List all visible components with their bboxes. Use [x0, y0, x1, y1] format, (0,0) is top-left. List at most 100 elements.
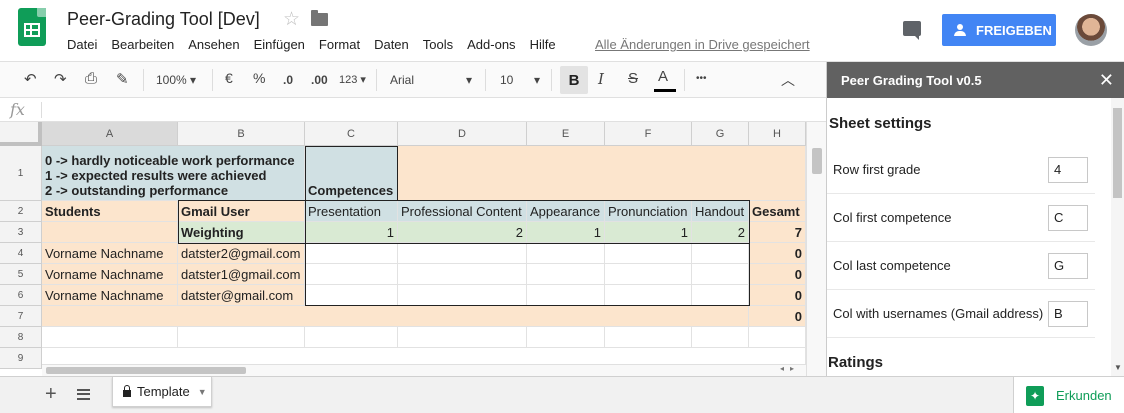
- menu-file[interactable]: Datei: [67, 37, 97, 52]
- row-header[interactable]: 3: [0, 222, 42, 243]
- vertical-scrollbar[interactable]: [806, 122, 826, 376]
- font-family-select[interactable]: Arial ▾: [390, 73, 480, 87]
- rating-cell[interactable]: [305, 264, 398, 285]
- rating-cell[interactable]: [527, 285, 605, 306]
- save-status-link[interactable]: Alle Änderungen in Drive gespeichert: [595, 37, 810, 52]
- row-header[interactable]: 5: [0, 264, 42, 285]
- menu-format[interactable]: Format: [319, 37, 360, 52]
- folder-icon[interactable]: [311, 10, 328, 26]
- table-cell[interactable]: [305, 327, 398, 348]
- competences-label[interactable]: Competences: [305, 146, 398, 201]
- close-icon[interactable]: ✕: [1099, 70, 1114, 91]
- avatar[interactable]: [1075, 14, 1107, 46]
- row-header[interactable]: 1: [0, 146, 42, 201]
- column-header[interactable]: G: [692, 122, 749, 146]
- weight-total[interactable]: 7: [749, 222, 806, 243]
- undo-icon[interactable]: ↶: [24, 70, 37, 88]
- zoom-select[interactable]: 100% ▾: [156, 73, 196, 87]
- more-formats-select[interactable]: 123 ▾: [339, 73, 366, 86]
- table-cell[interactable]: [42, 306, 749, 327]
- column-header[interactable]: E: [527, 122, 605, 146]
- table-cell[interactable]: [42, 327, 178, 348]
- menu-addons[interactable]: Add-ons: [467, 37, 515, 52]
- share-button[interactable]: FREIGEBEN: [942, 14, 1056, 46]
- student-name[interactable]: Vorname Nachname: [42, 285, 178, 306]
- comment-icon[interactable]: [903, 21, 921, 40]
- decrease-decimal-button[interactable]: .0: [283, 73, 293, 87]
- select-all-corner[interactable]: [0, 122, 42, 146]
- italic-button[interactable]: I: [598, 70, 604, 88]
- add-sheet-icon[interactable]: +: [45, 383, 57, 406]
- currency-format-button[interactable]: €: [225, 70, 233, 86]
- scrollbar-thumb[interactable]: [812, 148, 822, 174]
- column-header[interactable]: B: [178, 122, 305, 146]
- rating-cell[interactable]: [398, 243, 527, 264]
- row-header[interactable]: 2: [0, 201, 42, 222]
- menu-help[interactable]: Hilfe: [530, 37, 556, 52]
- weight-cell[interactable]: 2: [692, 222, 749, 243]
- col-first-competence-input[interactable]: C: [1048, 204, 1088, 231]
- student-email[interactable]: datster@gmail.com: [178, 285, 305, 306]
- student-total[interactable]: 0: [749, 264, 806, 285]
- bold-button[interactable]: B: [560, 66, 588, 94]
- header-gmail-user[interactable]: Gmail User: [178, 201, 305, 222]
- weight-cell[interactable]: 1: [527, 222, 605, 243]
- weighting-label[interactable]: Weighting: [178, 222, 305, 243]
- table-cell[interactable]: [749, 327, 806, 348]
- student-email[interactable]: datster1@gmail.com: [178, 264, 305, 285]
- table-cell[interactable]: [605, 327, 692, 348]
- column-header[interactable]: A: [42, 122, 178, 146]
- increase-decimal-button[interactable]: .00: [311, 73, 328, 87]
- column-header[interactable]: D: [398, 122, 527, 146]
- competence-header[interactable]: Handout: [692, 201, 749, 222]
- row-header[interactable]: 6: [0, 285, 42, 306]
- rating-cell[interactable]: [305, 243, 398, 264]
- header-students[interactable]: Students: [42, 201, 178, 222]
- horizontal-scrollbar[interactable]: ◂▸: [42, 364, 806, 376]
- row-header[interactable]: 7: [0, 306, 42, 327]
- row7-total[interactable]: 0: [749, 306, 806, 327]
- weight-cell[interactable]: 1: [305, 222, 398, 243]
- document-title[interactable]: Peer-Grading Tool [Dev]: [67, 9, 260, 30]
- percent-format-button[interactable]: %: [253, 70, 265, 86]
- rating-cell[interactable]: [527, 264, 605, 285]
- menu-data[interactable]: Daten: [374, 37, 409, 52]
- rating-cell[interactable]: [398, 285, 527, 306]
- table-cell[interactable]: [42, 222, 178, 243]
- competence-header[interactable]: Presentation: [305, 201, 398, 222]
- collapse-toolbar-icon[interactable]: ︿: [781, 70, 795, 90]
- student-total[interactable]: 0: [749, 243, 806, 264]
- row-header[interactable]: 9: [0, 348, 42, 369]
- student-email[interactable]: datster2@gmail.com: [178, 243, 305, 264]
- menu-edit[interactable]: Bearbeiten: [111, 37, 174, 52]
- column-header[interactable]: C: [305, 122, 398, 146]
- menu-tools[interactable]: Tools: [423, 37, 453, 52]
- scrollbar-thumb[interactable]: [1113, 108, 1122, 198]
- table-cell[interactable]: [398, 146, 806, 201]
- paint-format-icon[interactable]: ✎: [116, 70, 129, 88]
- print-icon[interactable]: ⎙: [85, 70, 97, 87]
- weight-cell[interactable]: 1: [605, 222, 692, 243]
- redo-icon[interactable]: ↷: [54, 70, 67, 88]
- more-options-icon[interactable]: •••: [696, 73, 707, 84]
- text-color-button[interactable]: A: [658, 68, 668, 85]
- table-cell[interactable]: [527, 327, 605, 348]
- student-name[interactable]: Vorname Nachname: [42, 264, 178, 285]
- rating-cell[interactable]: [305, 285, 398, 306]
- sidebar-scrollbar[interactable]: ▼: [1111, 98, 1124, 376]
- rating-cell[interactable]: [692, 243, 749, 264]
- header-total[interactable]: Gesamt: [749, 201, 806, 222]
- sheets-logo-icon[interactable]: [18, 8, 46, 46]
- explore-button[interactable]: ✦ Erkunden: [1013, 377, 1124, 413]
- rating-cell[interactable]: [605, 243, 692, 264]
- column-header[interactable]: H: [749, 122, 806, 146]
- chevron-down-icon[interactable]: ▼: [198, 387, 207, 397]
- row-header[interactable]: 4: [0, 243, 42, 264]
- rating-cell[interactable]: [692, 285, 749, 306]
- rating-cell[interactable]: [527, 243, 605, 264]
- rating-cell[interactable]: [605, 264, 692, 285]
- competence-header[interactable]: Appearance: [527, 201, 605, 222]
- row-first-grade-input[interactable]: 4: [1048, 156, 1088, 183]
- col-usernames-input[interactable]: B: [1048, 300, 1088, 327]
- scroll-arrows-icon[interactable]: ◂▸: [780, 364, 800, 373]
